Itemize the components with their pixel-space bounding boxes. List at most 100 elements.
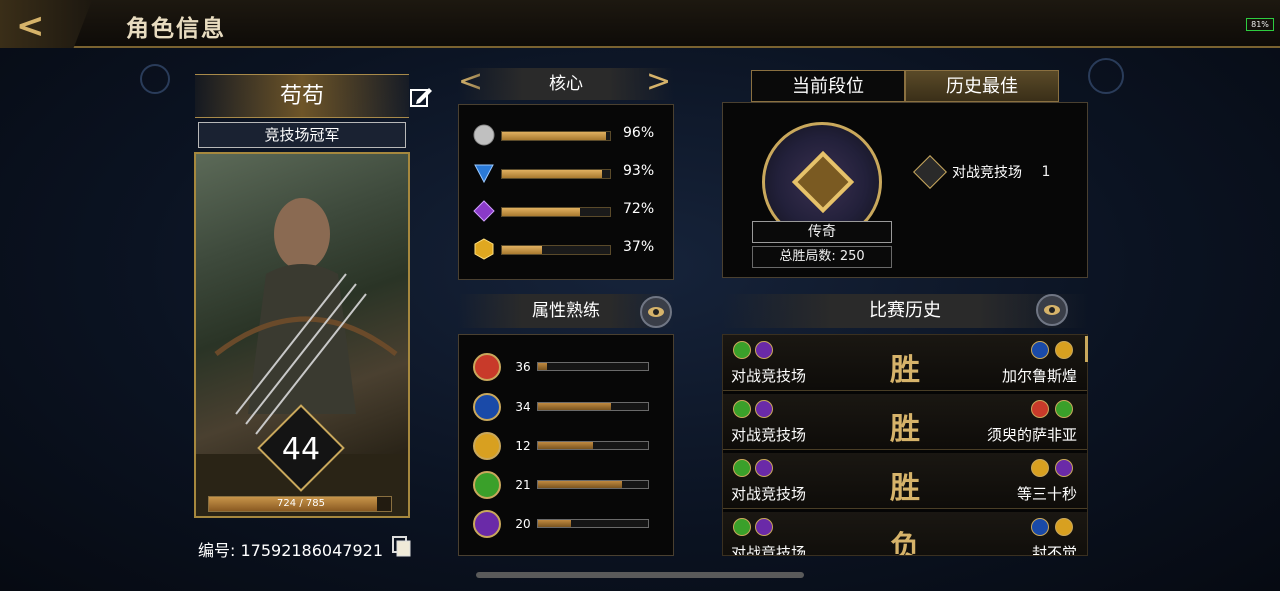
attributes-panel: 36 34 12 21 20 bbox=[458, 334, 674, 556]
player-id: 编号: 17592186047921 bbox=[198, 541, 383, 560]
core-bar-fill bbox=[502, 170, 603, 178]
book-icon bbox=[473, 393, 501, 421]
home-indicator[interactable] bbox=[476, 572, 804, 578]
my-deck-icon-1 bbox=[733, 459, 751, 477]
silver-orb-icon bbox=[473, 124, 495, 146]
anvil-icon bbox=[473, 510, 501, 538]
match-result: 胜 bbox=[890, 471, 920, 506]
match-row[interactable]: 对战竞技场 胜 加尔鲁斯煌 bbox=[723, 335, 1087, 391]
attribute-row: 12 bbox=[473, 432, 663, 460]
history-scrollbar[interactable] bbox=[1085, 336, 1088, 362]
core-bar-fill bbox=[502, 208, 580, 216]
core-percent: 72% bbox=[623, 201, 655, 217]
moon-decoration-right bbox=[1088, 58, 1124, 94]
player-name: 苟苟 bbox=[195, 74, 409, 118]
match-row[interactable]: 对战竞技场 负 封不觉 bbox=[723, 512, 1087, 556]
opponent-name: 等三十秒 bbox=[1016, 485, 1077, 503]
attribute-level: 36 bbox=[511, 357, 535, 377]
my-deck-icon-1 bbox=[733, 400, 751, 418]
opponent-deck-icon-2 bbox=[1055, 459, 1073, 477]
attribute-bar bbox=[537, 441, 649, 450]
core-bar-fill bbox=[502, 246, 542, 254]
match-history-list[interactable]: 对战竞技场 胜 加尔鲁斯煌 对战竞技场 胜 须臾的萨非亚 对战竞技场 胜 等三十… bbox=[722, 334, 1088, 556]
core-bar bbox=[501, 131, 611, 141]
xp-bar: 724 / 785 bbox=[208, 496, 392, 512]
my-deck-icon-2 bbox=[755, 518, 773, 536]
attribute-row: 36 bbox=[473, 353, 663, 381]
player-title: 竞技场冠军 bbox=[198, 122, 406, 148]
mode-badge: 对战竞技场 1 bbox=[913, 155, 1064, 189]
total-wins: 总胜局数: 250 bbox=[752, 246, 892, 268]
opponent-deck-icon-2 bbox=[1055, 518, 1073, 536]
tab-current-rank[interactable]: 当前段位 bbox=[751, 70, 905, 102]
core-row: 96% bbox=[473, 123, 663, 147]
core-row: 37% bbox=[473, 237, 663, 261]
opponent-deck-icon-1 bbox=[1031, 518, 1049, 536]
edit-icon[interactable] bbox=[409, 86, 433, 108]
back-arrow-icon: < bbox=[16, 6, 45, 46]
attribute-bar bbox=[537, 480, 649, 489]
attribute-bar-fill bbox=[538, 363, 547, 370]
my-deck-icon-1 bbox=[733, 341, 751, 359]
core-row: 93% bbox=[473, 161, 663, 185]
arena-icon bbox=[913, 155, 947, 189]
my-deck-icon-2 bbox=[755, 341, 773, 359]
opponent-name: 须臾的萨非亚 bbox=[986, 426, 1077, 444]
core-bar bbox=[501, 207, 611, 217]
match-mode: 对战竞技场 bbox=[731, 426, 807, 444]
history-eye-button[interactable] bbox=[1036, 294, 1068, 326]
core-percent: 96% bbox=[623, 125, 655, 141]
mode-label: 对战竞技场 bbox=[952, 165, 1022, 181]
attribute-level: 20 bbox=[511, 514, 535, 534]
attribute-row: 34 bbox=[473, 393, 663, 421]
attribute-bar-fill bbox=[538, 403, 611, 410]
attributes-eye-button[interactable] bbox=[640, 296, 672, 328]
tab-best-rank[interactable]: 历史最佳 bbox=[905, 70, 1059, 102]
attribute-bar-fill bbox=[538, 481, 622, 488]
attribute-bar bbox=[537, 402, 649, 411]
attribute-bar-fill bbox=[538, 520, 571, 527]
blue-triangle-icon bbox=[473, 162, 495, 184]
core-panel: 96% 93% 72% 37% bbox=[458, 104, 674, 280]
gold-hexagon-icon bbox=[473, 238, 495, 260]
agility-icon bbox=[473, 432, 501, 460]
core-percent: 93% bbox=[623, 163, 655, 179]
attribute-level: 34 bbox=[511, 397, 535, 417]
core-next-arrow[interactable]: > bbox=[646, 66, 671, 98]
level-value: 44 bbox=[281, 432, 321, 467]
attribute-bar bbox=[537, 362, 649, 371]
opponent-deck-icon-2 bbox=[1055, 400, 1073, 418]
my-deck-icon-2 bbox=[755, 459, 773, 477]
purple-gem-icon bbox=[473, 200, 495, 222]
match-mode: 对战竞技场 bbox=[731, 544, 807, 556]
attribute-row: 21 bbox=[473, 471, 663, 499]
core-row: 72% bbox=[473, 199, 663, 223]
nature-icon bbox=[473, 471, 501, 499]
core-bar bbox=[501, 245, 611, 255]
strength-icon bbox=[473, 353, 501, 381]
attribute-level: 21 bbox=[511, 475, 535, 495]
my-deck-icon-1 bbox=[733, 518, 751, 536]
battery-indicator: 81% bbox=[1246, 18, 1274, 31]
match-result: 负 bbox=[890, 530, 920, 556]
rank-tier: 传奇 bbox=[752, 221, 892, 243]
attribute-row: 20 bbox=[473, 510, 663, 538]
match-row[interactable]: 对战竞技场 胜 等三十秒 bbox=[723, 453, 1087, 509]
opponent-name: 加尔鲁斯煌 bbox=[1001, 367, 1077, 385]
my-deck-icon-2 bbox=[755, 400, 773, 418]
xp-text: 724 / 785 bbox=[277, 498, 325, 509]
opponent-deck-icon-1 bbox=[1031, 400, 1049, 418]
opponent-name: 封不觉 bbox=[1031, 544, 1077, 556]
match-row[interactable]: 对战竞技场 胜 须臾的萨非亚 bbox=[723, 394, 1087, 450]
attribute-level: 12 bbox=[511, 436, 535, 456]
match-result: 胜 bbox=[890, 412, 920, 447]
match-result: 胜 bbox=[890, 353, 920, 388]
page-title: 角色信息 bbox=[126, 16, 226, 42]
core-percent: 37% bbox=[623, 239, 655, 255]
core-header: 核心 bbox=[458, 68, 674, 100]
mode-count: 1 bbox=[1032, 158, 1060, 186]
core-bar bbox=[501, 169, 611, 179]
copy-icon[interactable] bbox=[392, 536, 412, 558]
opponent-deck-icon-1 bbox=[1031, 341, 1049, 359]
opponent-deck-icon-2 bbox=[1055, 341, 1073, 359]
